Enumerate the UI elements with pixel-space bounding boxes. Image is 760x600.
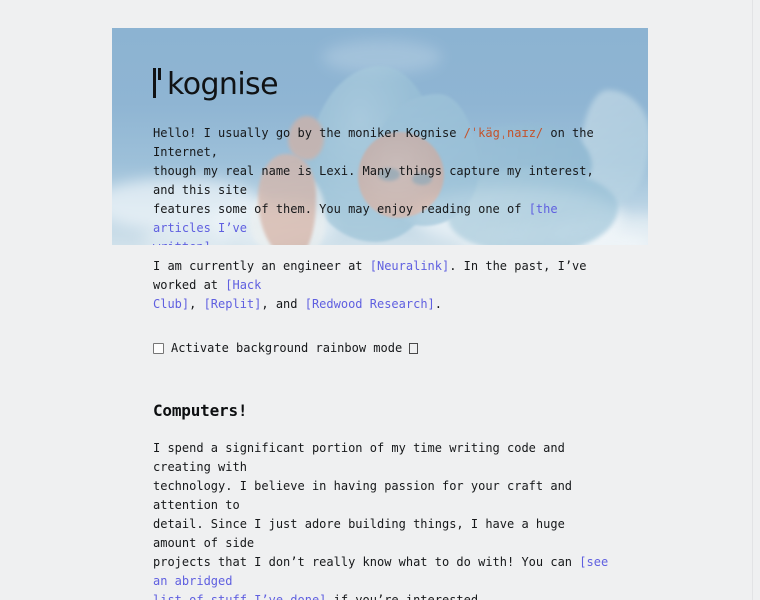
rainbow-mode-row[interactable]: Activate background rainbow mode [153,314,613,358]
work-sep-2: , and [261,297,305,311]
intro-text-1: Hello! I usually go by the moniker Kogni… [153,126,464,140]
main-body: I am currently an engineer at [Neuralink… [153,240,613,600]
logo-text: kognise [167,67,279,102]
page-scrollbar[interactable] [752,0,760,600]
neuralink-link[interactable]: [Neuralink] [370,259,449,273]
hero-banner: kognise Hello! I usually go by the monik… [112,28,648,245]
computers-text-2: if you’re interested. [326,593,486,600]
computers-paragraph: I spend a significant portion of my time… [153,421,613,600]
section-heading-computers: Computers! [153,401,248,420]
rainbow-mode-checkbox[interactable] [153,343,164,354]
intro-paragraph: Hello! I usually go by the moniker Kogni… [153,100,615,245]
work-suffix: . [434,297,443,311]
work-paragraph: I am currently an engineer at [Neuralink… [153,240,613,314]
computers-text-1: I spend a significant portion of my time… [153,441,573,569]
replit-link[interactable]: [Replit] [204,297,262,311]
content-column: kognise Hello! I usually go by the monik… [112,28,648,245]
redwood-research-link[interactable]: [Redwood Research] [305,297,435,311]
work-sep-1: , [189,297,204,311]
page-root: kognise Hello! I usually go by the monik… [0,0,760,600]
ipa-pronunciation: /ˈkägˌnaɪz/ [463,126,544,140]
banner-text-layer: kognise Hello! I usually go by the monik… [153,28,615,245]
rainbow-mode-label[interactable]: Activate background rainbow mode [171,339,402,358]
rainbow-emoji-icon [409,343,419,354]
site-logo[interactable]: kognise [153,28,279,102]
logo-k-mark [153,68,166,98]
work-prefix: I am currently an engineer at [153,259,370,273]
